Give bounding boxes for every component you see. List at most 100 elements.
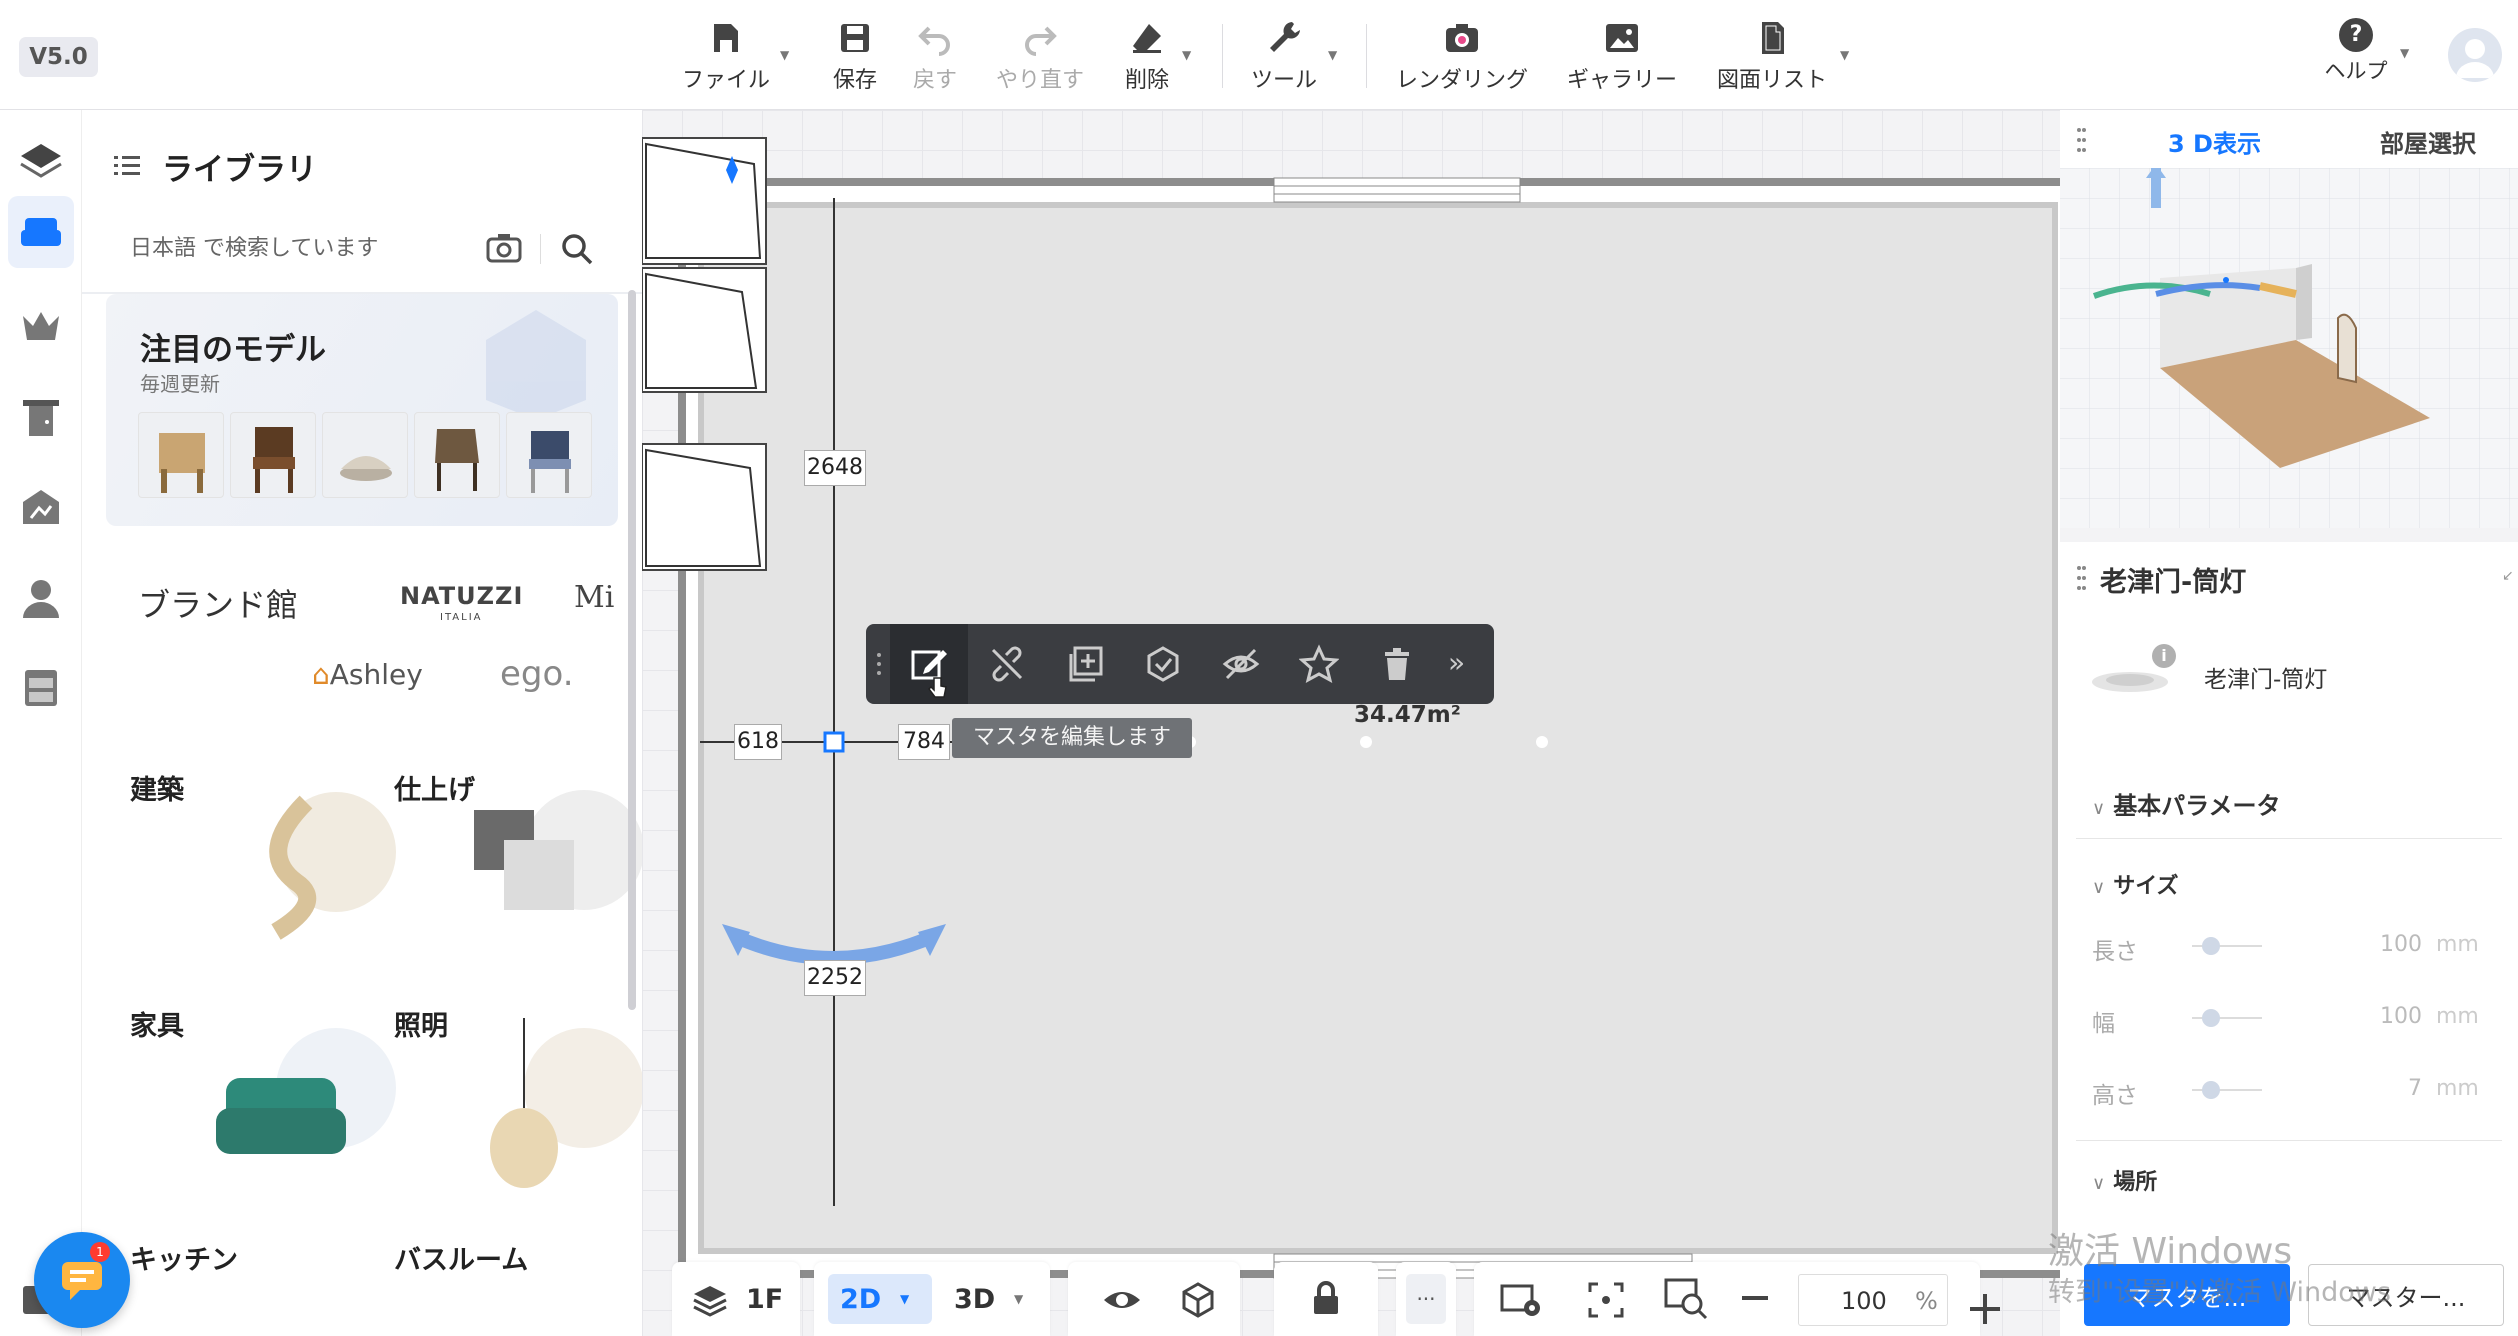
category-bathroom[interactable]: バスルーム [394,1238,528,1277]
hide-button[interactable] [1202,624,1280,704]
param-height[interactable]: 高さ 7 mm [2092,1072,2492,1109]
zoom-in-button[interactable] [1970,1294,2000,1324]
favorite-button[interactable] [1280,624,1358,704]
duplicate-button[interactable] [1046,624,1124,704]
param-length-value[interactable]: 100 [2362,932,2422,957]
expand-chevrons-icon[interactable]: » [1448,646,1465,679]
category-kitchen[interactable]: キッチン [130,1238,238,1277]
dimension-label-left[interactable]: 618 [734,724,782,760]
brand-mi[interactable]: Mi [574,580,614,615]
brand-natuzzi[interactable]: NATUZZI [400,582,523,610]
rail-account[interactable] [8,562,74,634]
delete-button[interactable]: 削除 [1112,18,1182,98]
section-size[interactable]: ∨ サイズ [2092,868,2179,900]
snap-point[interactable] [1360,736,1372,748]
undo-button[interactable]: 戻す [900,18,970,98]
elevation-box-3[interactable] [642,443,767,571]
rail-floorplan[interactable] [8,124,74,196]
zoom-input[interactable]: 100 % [1798,1274,1948,1326]
delete-caret-icon[interactable]: ▼ [1182,48,1191,62]
param-width-value[interactable]: 100 [2362,1004,2422,1029]
zoom-region-icon[interactable] [1664,1276,1708,1320]
fit-screen-icon[interactable] [1586,1280,1626,1320]
dimension-label-right[interactable]: 784 [898,724,950,760]
save-button[interactable]: 保存 [820,18,890,98]
camera-search-icon[interactable] [486,232,522,264]
dimension-label-bottom[interactable]: 2252 [804,960,866,996]
category-furniture-image[interactable] [216,1028,396,1154]
replace-model-button[interactable] [1124,624,1202,704]
category-lighting[interactable]: 照明 [394,1004,448,1043]
info-icon[interactable]: i [2152,644,2176,668]
file-menu-button[interactable]: ファイル [676,18,776,98]
rail-library[interactable] [8,196,74,268]
mode-2d-button[interactable]: 2D ▼ [828,1274,932,1324]
rail-doors[interactable] [8,382,74,454]
param-length-knob[interactable] [2202,937,2220,955]
eye-icon[interactable] [1102,1280,1142,1320]
param-width-knob[interactable] [2202,1009,2220,1027]
floorplan-canvas[interactable]: 2648 2252 618 784 [642,110,2060,1336]
tools-button[interactable]: ツール [1244,18,1324,98]
featured-models-card[interactable]: 注目のモデル 毎週更新 [106,294,618,526]
redo-button[interactable]: やり直す [990,18,1090,98]
props-drag-handle-icon[interactable] [2076,564,2086,592]
3d-preview[interactable] [2060,168,2518,528]
brand-ashley[interactable]: ⌂Ashley [312,658,423,691]
rail-premium[interactable] [8,290,74,362]
help-caret-icon[interactable]: ▼ [2400,46,2409,60]
floor-selector[interactable]: 1F [672,1262,800,1336]
collapse-panel-icon[interactable]: ↙ [2502,568,2514,584]
unlink-button[interactable] [968,624,1046,704]
param-height-value[interactable]: 7 [2362,1076,2422,1101]
window-top[interactable] [1273,177,1521,203]
room-drawing[interactable] [642,110,2060,1336]
brand-ego[interactable]: ego. [500,654,574,694]
selected-light-handle[interactable] [823,731,845,753]
more-options-button[interactable]: ··· [1406,1274,1446,1324]
tab-room-select[interactable]: 部屋選択 [2380,124,2476,159]
lock-icon[interactable] [1306,1278,1346,1318]
featured-thumb-chair-3[interactable] [322,412,408,498]
drag-handle-icon[interactable] [876,652,882,676]
category-furniture[interactable]: 家具 [130,1004,184,1043]
category-lighting-image[interactable] [490,1018,642,1188]
category-architecture[interactable]: 建築 [130,768,184,807]
section-basic-params[interactable]: ∨ 基本パラメータ [2092,786,2280,821]
gallery-button[interactable]: ギャラリー [1562,18,1682,98]
featured-thumb-chair-5[interactable] [506,412,592,498]
param-height-knob[interactable] [2202,1081,2220,1099]
library-scrollbar[interactable] [628,290,636,1010]
category-finishes[interactable]: 仕上げ [394,768,475,807]
dimension-label-top[interactable]: 2648 [804,450,866,486]
category-architecture-image[interactable] [269,792,396,940]
search-icon[interactable] [560,232,594,266]
param-width[interactable]: 幅 100 mm [2092,1000,2492,1037]
list-icon[interactable] [112,150,142,180]
rendering-button[interactable]: レンダリング [1392,18,1532,98]
delete-object-button[interactable] [1358,624,1436,704]
user-avatar[interactable] [2448,28,2502,82]
floorplan-caret-icon[interactable]: ▼ [1840,48,1849,62]
rail-structure[interactable] [8,472,74,544]
mode-3d-button[interactable]: 3D ▼ [942,1274,1042,1324]
rail-cabinet[interactable] [8,652,74,724]
snap-point[interactable] [1536,736,1548,748]
library-search-input[interactable] [130,228,510,268]
category-finishes-image[interactable] [474,790,642,910]
file-caret-icon[interactable]: ▼ [780,48,789,62]
elevation-box-1[interactable] [642,137,767,265]
tools-caret-icon[interactable]: ▼ [1328,48,1337,62]
featured-thumb-chair-2[interactable] [230,412,316,498]
zoom-out-button[interactable] [1742,1296,1768,1300]
view-settings-icon[interactable] [1500,1280,1544,1320]
chat-button[interactable]: 1 [34,1232,130,1328]
help-button[interactable]: ? ヘルプ [2308,18,2404,85]
param-length[interactable]: 長さ 100 mm [2092,928,2492,965]
cube-view-icon[interactable] [1178,1280,1218,1320]
tab-3d-view[interactable]: 3 D表示 [2168,124,2261,159]
panel-drag-handle-icon[interactable] [2076,126,2086,154]
section-location[interactable]: ∨ 場所 [2092,1164,2157,1196]
floorplan-list-button[interactable]: 図面リスト [1712,18,1832,98]
featured-thumb-chair-1[interactable] [138,412,224,498]
